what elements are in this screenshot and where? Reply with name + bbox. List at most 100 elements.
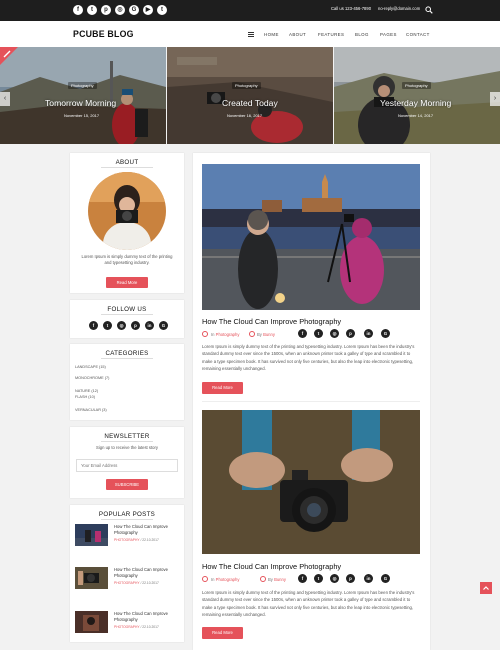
google-plus-icon[interactable]: G — [159, 321, 168, 330]
instagram-icon[interactable]: ◎ — [115, 5, 125, 15]
slide-3[interactable]: Photography Yesterday Morning November 1… — [334, 47, 500, 144]
popular-post-thumbnail[interactable] — [75, 567, 108, 589]
newsletter-widget: NEWSLETTER Sign up to receive the latest… — [70, 427, 184, 498]
slide-2-overlay — [167, 47, 333, 144]
twitter-icon[interactable]: t — [103, 321, 112, 330]
popular-post-title[interactable]: How The Cloud Can Improve Photography — [114, 611, 180, 622]
pinterest-icon[interactable]: p — [346, 329, 355, 338]
folder-icon — [202, 576, 208, 582]
scroll-to-top-button[interactable] — [480, 582, 492, 594]
slide-1-overlay — [0, 47, 166, 144]
popular-post-thumbnail[interactable] — [75, 524, 108, 546]
facebook-icon[interactable]: f — [298, 574, 307, 583]
instagram-icon[interactable]: ◎ — [330, 574, 339, 583]
category-item[interactable]: NATURE (12) — [75, 389, 98, 393]
popular-post-category[interactable]: PHOTOGRAPHY — [114, 625, 140, 629]
phone-text: Call us 123-456-7890 — [331, 6, 372, 11]
slide-2-date: November 16, 2017 — [227, 113, 263, 118]
category-item[interactable]: VERNACULAR (3) — [75, 408, 107, 412]
facebook-icon[interactable]: f — [89, 321, 98, 330]
post-1-title[interactable]: How The Cloud Can Improve Photography — [202, 317, 341, 326]
popular-post-thumbnail[interactable] — [75, 611, 108, 633]
facebook-icon[interactable]: f — [298, 329, 307, 338]
slide-3-category[interactable]: Photography — [402, 82, 431, 89]
popular-post-category[interactable]: PHOTOGRAPHY — [114, 538, 140, 542]
follow-title-underline — [101, 314, 153, 315]
email-text[interactable]: no-reply@domain.com — [378, 6, 420, 11]
about-text: Lorem Ipsum is simply dummy text of the … — [81, 254, 173, 266]
newsletter-email-input[interactable] — [76, 459, 178, 472]
twitter-icon[interactable]: t — [314, 574, 323, 583]
post-2-title[interactable]: How The Cloud Can Improve Photography — [202, 562, 341, 571]
pencil-corner-icon — [0, 47, 18, 65]
posts-column: How The Cloud Can Improve Photography In… — [193, 153, 430, 650]
categories-title-underline — [101, 358, 153, 359]
slider-next-arrow[interactable]: › — [490, 92, 500, 106]
instagram-icon[interactable]: ◎ — [117, 321, 126, 330]
user-icon — [260, 576, 266, 582]
google-plus-icon[interactable]: G — [381, 329, 390, 338]
instagram-icon[interactable]: ◎ — [330, 329, 339, 338]
linkedin-icon[interactable]: in — [364, 574, 373, 583]
popular-post-title[interactable]: How The Cloud Can Improve Photography — [114, 567, 180, 578]
category-item[interactable]: MONOCHROME (7) — [75, 376, 109, 380]
subscribe-button[interactable]: SUBSCRIBE — [106, 479, 148, 490]
slide-1-category[interactable]: Photography — [68, 82, 97, 89]
nav-contact[interactable]: CONTACT — [406, 32, 430, 37]
facebook-icon[interactable]: f — [73, 5, 83, 15]
popular-post-meta: PHOTOGRAPHY / 22.10.2017 — [114, 538, 159, 542]
category-item[interactable]: FLASH (10) — [75, 395, 95, 399]
nav-blog[interactable]: BLOG — [355, 32, 369, 37]
post-1-category[interactable]: In Photography — [211, 332, 239, 337]
popular-post-meta: PHOTOGRAPHY / 22.10.2017 — [114, 625, 159, 629]
nav-pages[interactable]: PAGES — [380, 32, 397, 37]
slide-2-title[interactable]: Created Today — [222, 98, 278, 108]
popular-post-date: 22.10.2017 — [142, 581, 159, 585]
nav-home[interactable]: HOME — [264, 32, 279, 37]
post-2-category[interactable]: In Photography — [211, 577, 239, 582]
nav-features[interactable]: FEATURES — [318, 32, 344, 37]
popular-posts-title-underline — [101, 519, 153, 520]
chevron-up-icon — [483, 586, 489, 590]
linkedin-icon[interactable]: in — [145, 321, 154, 330]
slide-3-title[interactable]: Yesterday Morning — [380, 98, 451, 108]
about-title-underline — [101, 167, 153, 168]
slide-1-title[interactable]: Tomorrow Morning — [45, 98, 116, 108]
slider-prev-arrow[interactable]: ‹ — [0, 92, 10, 106]
post-1-excerpt: Lorem Ipsum is simply dummy text of the … — [202, 344, 415, 372]
search-icon[interactable] — [425, 6, 433, 14]
twitter-icon[interactable]: t — [314, 329, 323, 338]
slide-3-date: November 14, 2017 — [398, 113, 434, 118]
menu-icon[interactable] — [248, 32, 254, 37]
pinterest-icon[interactable]: p — [346, 574, 355, 583]
nav-about[interactable]: ABOUT — [289, 32, 306, 37]
category-item[interactable]: LANDSCAPE (15) — [75, 365, 106, 369]
slide-2-category[interactable]: Photography — [232, 82, 261, 89]
post-divider — [202, 401, 420, 402]
about-widget: ABOUT Lorem Ipsum is simply dummy text o… — [70, 153, 184, 293]
popular-post-category[interactable]: PHOTOGRAPHY — [114, 581, 140, 585]
popular-post-date: 22.10.2017 — [142, 538, 159, 542]
folder-icon — [202, 331, 208, 337]
post-1-read-more-button[interactable]: Read More — [202, 382, 243, 394]
post-1-author[interactable]: By Bunny — [257, 332, 275, 337]
youtube-icon[interactable]: ▶ — [143, 5, 153, 15]
google-plus-icon[interactable]: G — [381, 574, 390, 583]
post-2-image[interactable] — [202, 410, 420, 554]
popular-post-title[interactable]: How The Cloud Can Improve Photography — [114, 524, 180, 535]
tumblr-icon[interactable]: t — [157, 5, 167, 15]
pinterest-icon[interactable]: p — [101, 5, 111, 15]
about-avatar — [88, 172, 166, 250]
post-2-read-more-button[interactable]: Read More — [202, 627, 243, 639]
google-plus-icon[interactable]: G — [129, 5, 139, 15]
slide-1[interactable]: Photography Tomorrow Morning November 15… — [0, 47, 166, 144]
twitter-icon[interactable]: t — [87, 5, 97, 15]
slide-2[interactable]: Photography Created Today November 16, 2… — [167, 47, 333, 144]
linkedin-icon[interactable]: in — [364, 329, 373, 338]
about-read-more-button[interactable]: Read More — [106, 277, 148, 288]
post-2-author[interactable]: By Bunny — [268, 577, 286, 582]
pinterest-icon[interactable]: p — [131, 321, 140, 330]
site-logo[interactable]: PCUBE BLOG — [73, 29, 134, 39]
post-1-image[interactable] — [202, 164, 420, 310]
top-bar: f t p ◎ G ▶ t Call us 123-456-7890 no-re… — [0, 0, 500, 21]
